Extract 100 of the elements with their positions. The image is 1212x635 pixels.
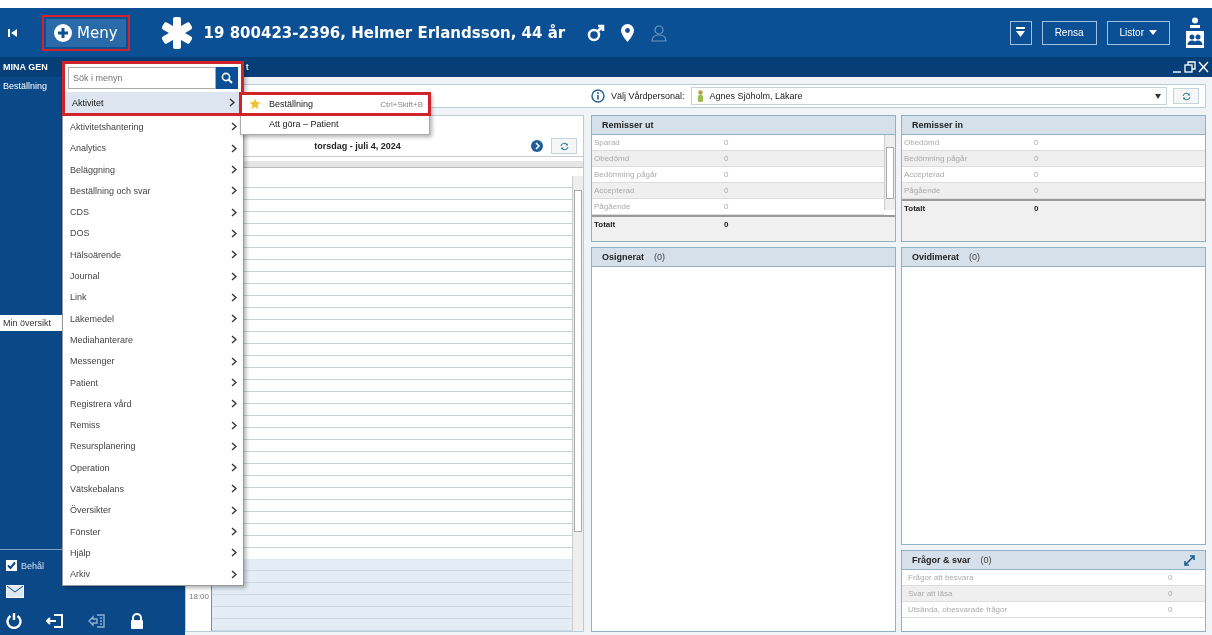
row-label: Utsända, obesvarade frågor — [907, 605, 1009, 614]
menu-item[interactable]: Messenger — [63, 350, 243, 372]
caret-icon — [1149, 30, 1157, 35]
chevron-icon — [231, 527, 237, 537]
chevron-icon — [231, 165, 237, 175]
staff-dropdown[interactable]: Agnes Sjöholm, Läkare — [690, 87, 1167, 105]
menu-item[interactable]: Patient — [63, 371, 243, 394]
chevron-icon — [231, 228, 237, 238]
menu-item[interactable]: Analytics — [63, 137, 243, 159]
next-icon[interactable] — [531, 140, 543, 152]
chevron-icon — [229, 98, 235, 108]
close-icon[interactable] — [1198, 61, 1209, 73]
time-label: 18:00 — [188, 592, 210, 601]
lock-icon[interactable] — [130, 612, 144, 629]
checkbox-label: Behål — [21, 560, 45, 571]
menu-item[interactable]: DOS — [63, 222, 243, 245]
row-label: Accepterad — [593, 186, 636, 195]
location-pin-icon[interactable] — [621, 23, 635, 42]
chevron-icon — [231, 271, 237, 281]
submenu-item[interactable]: Beställning Ctrl+Skift+B — [241, 94, 429, 114]
menu-item[interactable]: Arkiv — [63, 563, 243, 585]
total-value: 0 — [1034, 204, 1039, 215]
refresh-icon — [1180, 91, 1192, 101]
chevron-icon — [231, 505, 237, 515]
chevron-icon — [231, 548, 237, 558]
logout-icon[interactable] — [46, 612, 64, 629]
male-icon — [587, 23, 606, 42]
chevron-icon — [231, 399, 237, 409]
panel-count: (0) — [654, 252, 665, 262]
total-label: Totalt — [594, 220, 617, 231]
menu-item[interactable]: Mediahanterare — [63, 329, 243, 351]
group-icon[interactable] — [1186, 31, 1204, 48]
row-value: 0 — [724, 202, 729, 211]
toolbar-button[interactable]: Listor — [1106, 20, 1170, 45]
first-page-icon[interactable] — [8, 27, 18, 38]
chevron-icon — [231, 314, 237, 324]
refresh-button[interactable] — [1173, 88, 1199, 104]
toolbar-button[interactable]: Rensa — [1041, 20, 1097, 45]
scrollbar[interactable] — [884, 135, 895, 210]
plus-icon — [54, 23, 72, 42]
menu-item[interactable]: Beläggning — [63, 158, 243, 181]
row-value: 0 — [724, 138, 729, 147]
menu-item[interactable]: Aktivitetshantering — [63, 116, 243, 138]
panel-title: Osignerat — [602, 252, 644, 262]
row-label: Pågående — [903, 186, 942, 195]
menu-item[interactable]: Beställning och svar — [63, 180, 243, 202]
refresh-button[interactable] — [551, 138, 577, 154]
search-button[interactable] — [216, 67, 238, 89]
search-field[interactable]: Sök i menyn — [68, 67, 216, 89]
filter-button[interactable] — [1009, 20, 1032, 45]
mail-icon[interactable] — [6, 585, 24, 598]
switch-user-icon[interactable] — [88, 612, 106, 629]
row-label: Svar att läsa — [907, 589, 954, 598]
menu-item[interactable]: Översikter — [63, 499, 243, 521]
tab-title[interactable]: t — [245, 62, 249, 72]
menu-item[interactable]: Hjälp — [63, 542, 243, 564]
menu-item[interactable]: Registrera vård — [63, 393, 243, 415]
row-value: 0 — [1034, 170, 1039, 179]
row-label: Bedömning pågår — [593, 170, 659, 179]
row-value: 0 — [1168, 605, 1173, 614]
menu-item[interactable]: Hälsoärende — [63, 244, 243, 266]
restore-icon[interactable] — [1184, 61, 1196, 73]
total-label: Totalt — [904, 204, 927, 215]
menu-item[interactable]: Läkemedel — [63, 307, 243, 330]
row-label: Sparad — [593, 138, 621, 147]
chevron-icon — [231, 186, 237, 196]
menu-item[interactable]: Journal — [63, 265, 243, 287]
checkbox[interactable] — [6, 560, 17, 571]
row-label: Pågående — [593, 202, 632, 211]
sidebar-tab[interactable]: Min översikt — [0, 315, 62, 331]
expand-icon[interactable] — [1184, 554, 1195, 566]
section-title: MINA GEN — [3, 62, 48, 72]
menu-item[interactable]: Link — [63, 286, 243, 308]
refresh-icon — [558, 141, 570, 151]
panel-title: Remisser in — [912, 120, 964, 130]
chevron-icon — [231, 143, 237, 153]
submenu-item[interactable]: Att göra – Patient — [241, 114, 429, 134]
chevron-icon — [231, 335, 237, 345]
field-label: Välj Vårdpersonal: — [611, 91, 685, 101]
menu-item[interactable]: Operation — [63, 457, 243, 479]
chevron-icon — [231, 356, 237, 366]
panel-count: (0) — [969, 252, 981, 262]
row-label: Accepterad — [903, 170, 946, 179]
chevron-icon — [231, 484, 237, 494]
chevron-icon — [231, 122, 237, 132]
menu-item[interactable]: Fönster — [63, 520, 243, 543]
info-icon[interactable] — [591, 89, 605, 103]
user-icon[interactable] — [1189, 17, 1201, 29]
menu-item[interactable]: Remiss — [63, 414, 243, 436]
menu-item[interactable]: Vätskebalans — [63, 478, 243, 500]
search-icon — [221, 72, 233, 84]
chevron-icon — [231, 569, 237, 579]
scrollbar[interactable] — [572, 176, 583, 631]
power-icon[interactable] — [6, 612, 22, 629]
menu-item[interactable]: Resursplanering — [63, 435, 243, 458]
menu-item[interactable]: Aktivitet — [65, 92, 241, 114]
chevron-icon — [231, 420, 237, 430]
panel-title: Frågor & svar — [912, 555, 971, 565]
menu-item[interactable]: CDS — [63, 201, 243, 223]
star-of-life-icon — [159, 15, 194, 50]
